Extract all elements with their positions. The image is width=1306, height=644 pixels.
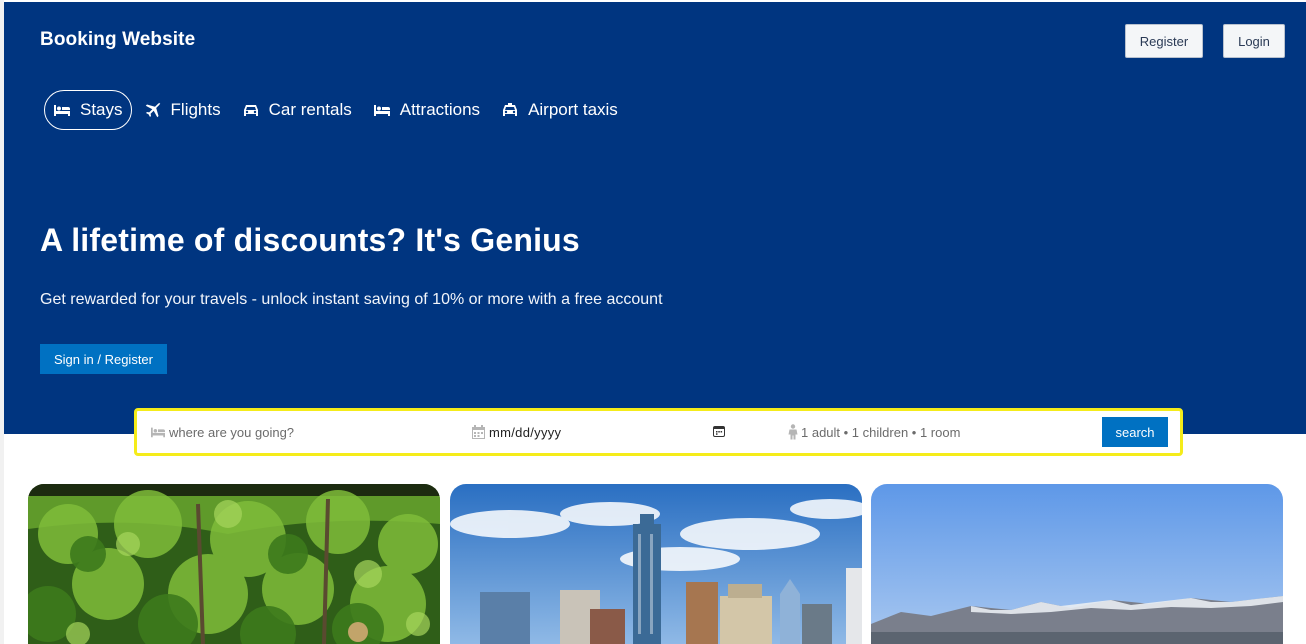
hero-subtitle: Get rewarded for your travels - unlock i… <box>40 291 663 308</box>
mountain-lake-photo <box>871 484 1283 644</box>
taxi-icon <box>501 102 519 118</box>
page-title: A lifetime of discounts? It's Genius <box>40 222 580 258</box>
city-skyline-photo <box>450 484 862 644</box>
featured-cards <box>28 484 1284 644</box>
nav-item-attractions[interactable]: Attractions <box>364 90 489 130</box>
date-field[interactable]: mm/dd/yyyy <box>471 411 731 453</box>
bed-icon <box>53 102 71 118</box>
destination-input[interactable] <box>169 424 449 440</box>
nav-item-stays[interactable]: Stays <box>44 90 132 130</box>
nav-item-label: Car rentals <box>268 100 352 119</box>
nav-item-car-rentals[interactable]: Car rentals <box>233 90 361 130</box>
brand-logo[interactable]: Booking Website <box>40 29 195 51</box>
date-value: mm/dd/yyyy <box>489 424 562 440</box>
card-mountains[interactable] <box>871 484 1283 644</box>
car-icon <box>242 102 260 118</box>
forest-photo <box>28 484 440 644</box>
nav-item-label: Attractions <box>399 100 481 119</box>
nav-item-label: Flights <box>170 100 221 119</box>
calendar-icon <box>471 424 486 440</box>
card-forest[interactable] <box>28 484 440 644</box>
nav-item-label: Airport taxis <box>528 100 618 119</box>
nav-item-label: Stays <box>80 100 123 119</box>
plane-icon <box>144 102 162 118</box>
guests-field[interactable]: 1 adult • 1 children • 1 room <box>787 411 1087 453</box>
register-button[interactable]: Register <box>1125 24 1203 58</box>
hero-header: Booking Website Register Login Stays Fli… <box>4 2 1306 434</box>
nav-item-airport-taxis[interactable]: Airport taxis <box>492 90 627 130</box>
card-city[interactable] <box>450 484 862 644</box>
nav-item-flights[interactable]: Flights <box>135 90 230 130</box>
calendar-picker-icon[interactable] <box>713 425 725 437</box>
login-button[interactable]: Login <box>1223 24 1285 58</box>
bed-icon <box>149 425 167 439</box>
guests-value: 1 adult • 1 children • 1 room <box>801 424 961 440</box>
category-nav: Stays Flights Car rentals Attractions Ai… <box>44 90 630 130</box>
search-button[interactable]: search <box>1102 417 1168 447</box>
sign-in-register-button[interactable]: Sign in / Register <box>40 344 167 374</box>
destination-field[interactable] <box>149 411 469 453</box>
search-bar: mm/dd/yyyy 1 adult • 1 children • 1 room… <box>134 408 1183 456</box>
person-icon <box>787 424 799 440</box>
bed-icon <box>373 102 391 118</box>
